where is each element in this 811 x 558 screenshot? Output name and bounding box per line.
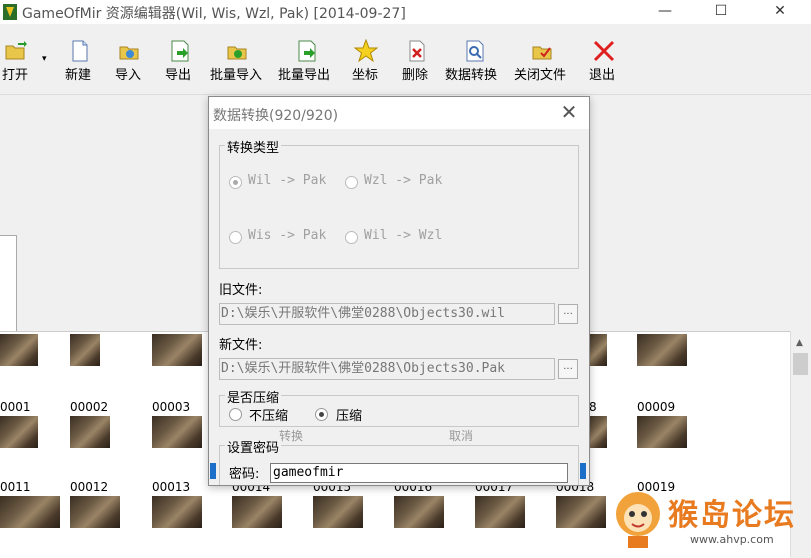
option-wis-pak-label: Wis -> Pak [248,228,327,243]
tile-image[interactable] [637,416,687,448]
dialog-title: 数据转换(920/920) [213,108,339,124]
old-file-label: 旧文件: [219,283,263,298]
star-icon[interactable] [353,38,379,63]
tile-image[interactable] [587,416,607,448]
tile-label: 00009 [637,400,676,414]
dialog-close-button[interactable]: ✕ [555,100,583,124]
option-wil-pak-label: Wil -> Pak [248,173,327,188]
tile-image[interactable] [152,416,202,448]
scroll-up-arrow-icon[interactable]: ▲ [796,338,803,348]
close-window-button[interactable]: ✕ [757,0,803,24]
convert-type-label: 转换类型 [225,137,282,156]
new-file-icon[interactable] [68,39,92,63]
data-convert-icon[interactable] [463,39,487,63]
old-file-browse-button[interactable]: ... [558,304,578,324]
tile-label: 0001 [0,400,31,414]
radio-wil-pak[interactable] [229,176,242,189]
tile-image[interactable] [70,416,110,448]
tile-image[interactable] [232,496,282,528]
old-file-field[interactable]: D:\娱乐\开服软件\佛堂0288\Objects30.wil [219,303,555,325]
watermark-url: www.ahvp.com [690,533,774,546]
toolbar-exit-button[interactable]: 退出 [589,64,615,83]
new-file-browse-button[interactable]: ... [558,359,578,379]
title-bar: GameOfMir 资源编辑器(Wil, Wis, Wzl, Pak) [201… [0,0,811,24]
toolbar-coords-button[interactable]: 坐标 [352,64,378,83]
right-blue-marker [580,463,586,479]
tile-label: 00003 [152,400,191,414]
compress-label: 是否压缩 [225,387,282,406]
tile-image[interactable] [0,334,38,366]
open-folder-icon[interactable] [4,39,28,63]
tile-label: 8 [589,400,597,414]
tile-image[interactable] [152,496,202,528]
exit-icon[interactable] [592,39,616,63]
new-file-field[interactable]: D:\娱乐\开服软件\佛堂0288\Objects30.Pak [219,358,555,380]
toolbar-batch-export-button[interactable]: 批量导出 [278,64,330,83]
window-title: GameOfMir 资源编辑器(Wil, Wis, Wzl, Pak) [201… [22,6,406,22]
toolbar-export-button[interactable]: 导出 [165,64,191,83]
toolbar-new-button[interactable]: 新建 [65,64,91,83]
tile-image[interactable] [637,334,687,366]
minimize-button[interactable]: — [642,0,688,24]
tile-label: 00013 [152,480,191,494]
radio-wzl-pak[interactable] [345,176,358,189]
tile-image[interactable] [0,496,60,528]
no-compress-label: 不压缩 [249,409,289,424]
password-group-label: 设置密码 [225,437,282,456]
new-file-label: 新文件: [219,338,263,353]
radio-wis-pak[interactable] [229,231,242,244]
toolbar-import-button[interactable]: 导入 [115,64,141,83]
maximize-button[interactable]: ☐ [698,0,744,24]
app-icon [2,3,18,21]
watermark-text: 猴岛论坛 [668,498,796,533]
tile-label: 0011 [0,480,31,494]
convert-button[interactable]: 转换 [279,427,303,444]
delete-file-icon[interactable] [405,39,429,63]
scroll-thumb[interactable] [793,353,808,375]
tile-image[interactable] [0,416,38,448]
cancel-button[interactable]: 取消 [449,427,473,444]
batch-export-icon[interactable] [295,39,319,63]
data-convert-dialog: 数据转换(920/920) ✕ 转换类型 Wil -> Pak Wzl -> P… [208,96,590,486]
tile-image[interactable] [394,496,444,528]
toolbar-data-convert-button[interactable]: 数据转换 [445,64,497,83]
radio-no-compress[interactable] [229,408,242,421]
tile-image[interactable] [556,496,606,528]
left-blue-marker [210,463,216,479]
tile-label: 00012 [70,480,109,494]
option-wil-wzl-label: Wil -> Wzl [364,228,443,243]
password-input[interactable]: gameofmir [270,463,568,483]
tile-label: 00002 [70,400,109,414]
radio-compress[interactable] [315,408,328,421]
toolbar-open-button[interactable]: 打开 [2,64,28,83]
password-label: 密码: [229,467,260,482]
import-icon[interactable] [118,39,142,63]
tile-image[interactable] [70,496,120,528]
close-file-icon[interactable] [531,39,555,63]
export-icon[interactable] [168,39,192,63]
toolbar-delete-button[interactable]: 删除 [402,64,428,83]
tile-image[interactable] [70,334,100,366]
batch-import-icon[interactable] [226,39,250,63]
toolbar-batch-import-button[interactable]: 批量导入 [210,64,262,83]
monkey-logo-icon [616,492,660,548]
convert-type-group [219,145,579,269]
tile-image[interactable] [313,496,363,528]
tile-image[interactable] [475,496,525,528]
compress-option-label: 压缩 [336,409,363,424]
dialog-title-bar: 数据转换(920/920) ✕ [209,97,589,129]
option-wzl-pak-label: Wzl -> Pak [364,173,443,188]
toolbar-close-file-button[interactable]: 关闭文件 [514,64,566,83]
toolbar: 打开 ▾ 新建 导入 导出 批量导入 批量导出 坐标 删除 数据转换 关闭文件 … [0,24,811,95]
tile-image[interactable] [152,334,202,366]
tile-image[interactable] [587,334,607,366]
radio-wil-wzl[interactable] [345,231,358,244]
open-dropdown-arrow[interactable]: ▾ [42,54,47,64]
